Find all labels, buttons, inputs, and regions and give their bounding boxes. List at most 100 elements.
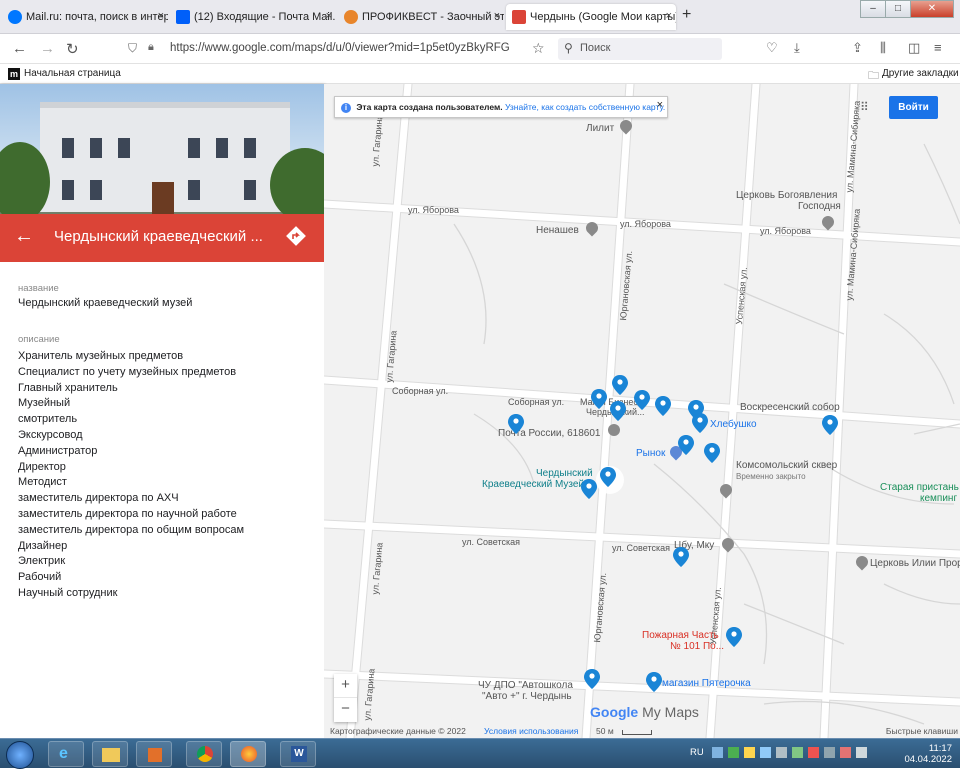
user-map-notice: i Эта карта создана пользователем. Узнай… bbox=[334, 96, 668, 118]
zoom-in-button[interactable]: + bbox=[334, 674, 357, 698]
forward-arrow-icon[interactable]: → bbox=[40, 40, 55, 57]
back-arrow-icon[interactable]: ← bbox=[14, 225, 34, 248]
place-label: магазин Пятерочка bbox=[662, 678, 751, 689]
name-label: название bbox=[18, 283, 59, 294]
map-marker[interactable] bbox=[583, 668, 601, 692]
zoom-out-button[interactable]: − bbox=[334, 698, 357, 722]
tab-proficquest[interactable]: ПРОФИКВЕСТ - Заочный этап × bbox=[338, 4, 504, 30]
place-label: Церковь Илии Пророка bbox=[870, 558, 960, 569]
list-item: Дизайнер bbox=[18, 539, 68, 552]
description-label: описание bbox=[18, 334, 60, 345]
learn-more-link[interactable]: Узнайте, как создать собственную карту. bbox=[505, 102, 665, 112]
street-label: ул. Советская bbox=[612, 543, 670, 553]
map-marker[interactable] bbox=[609, 400, 627, 424]
street-label: Соборная ул. bbox=[392, 386, 449, 396]
list-item: Директор bbox=[18, 460, 66, 473]
clock[interactable]: 11:17 04.04.2022 bbox=[904, 743, 952, 765]
bookmark-home[interactable]: Начальная страница bbox=[24, 68, 121, 79]
map-marker[interactable] bbox=[645, 671, 663, 695]
info-icon: i bbox=[341, 103, 351, 113]
keyboard-shortcuts-link[interactable]: Быстрые клавиши bbox=[886, 726, 958, 736]
map-marker[interactable] bbox=[821, 414, 839, 438]
sidebar-toggle-icon[interactable]: ◫ bbox=[908, 40, 920, 56]
chrome-icon[interactable] bbox=[186, 741, 222, 767]
language-indicator[interactable]: RU bbox=[690, 747, 704, 758]
tab-label: Чердынь (Google Мои карты) bbox=[530, 11, 676, 23]
directions-icon[interactable] bbox=[286, 226, 306, 246]
place-label: Воскресенский собор bbox=[740, 402, 840, 413]
map-marker[interactable] bbox=[725, 626, 743, 650]
place-label: ЧУ ДПО "Автошкола bbox=[478, 680, 573, 691]
new-tab-button[interactable]: + bbox=[682, 6, 691, 24]
place-label: Церковь Богоявления bbox=[736, 190, 838, 201]
search-input[interactable]: ⚲ Поиск bbox=[558, 38, 722, 60]
map-canvas[interactable]: ул. Яборова ул. Яборова ул. Яборова Собо… bbox=[324, 84, 960, 738]
map-marker[interactable] bbox=[580, 478, 598, 502]
reload-icon[interactable]: ↻ bbox=[66, 40, 79, 58]
media-player-icon[interactable] bbox=[136, 741, 172, 767]
url-bar[interactable]: ⛉ 🔒︎ https://www.google.com/maps/d/u/0/v… bbox=[120, 37, 550, 61]
download-icon[interactable]: ⤓ bbox=[794, 40, 800, 56]
start-button[interactable] bbox=[6, 741, 34, 769]
list-item: Электрик bbox=[18, 555, 66, 568]
place-label: Пожарная Часть bbox=[642, 630, 719, 641]
browser-tab-bar: Mail.ru: почта, поиск в интерн × (12) Вх… bbox=[0, 0, 960, 34]
map-marker[interactable] bbox=[507, 413, 525, 437]
tab-mailru[interactable]: Mail.ru: почта, поиск в интерн × bbox=[2, 4, 168, 30]
list-item: Рабочий bbox=[18, 571, 62, 584]
tab-close-icon[interactable]: × bbox=[666, 10, 672, 22]
bookmarks-bar: m Начальная страница 🗀︎ Другие закладки bbox=[0, 64, 960, 84]
firefox-icon[interactable] bbox=[230, 741, 266, 767]
back-arrow-icon[interactable]: ← bbox=[12, 40, 27, 57]
list-item: заместитель директора по АХЧ bbox=[18, 492, 179, 505]
map-marker[interactable] bbox=[677, 434, 695, 458]
maximize-icon[interactable]: □ bbox=[885, 0, 911, 18]
tab-mymaps[interactable]: Чердынь (Google Мои карты) × bbox=[506, 4, 676, 30]
tab-label: ПРОФИКВЕСТ - Заочный этап bbox=[362, 11, 504, 23]
menu-icon[interactable]: ≡ bbox=[934, 40, 942, 55]
map-marker[interactable] bbox=[672, 546, 690, 570]
place-label: Старая пристань bbox=[880, 482, 959, 493]
tab-inbox[interactable]: (12) Входящие - Почта Mail.ru × bbox=[170, 4, 336, 30]
map-marker[interactable] bbox=[590, 388, 608, 412]
tab-close-icon[interactable]: × bbox=[326, 10, 332, 22]
bookmark-home-icon: m bbox=[8, 68, 20, 80]
place-photo bbox=[0, 84, 324, 222]
apps-grid-icon[interactable]: ⠿ bbox=[860, 101, 873, 114]
window-controls: – □ ✕ bbox=[860, 0, 954, 18]
tab-close-icon[interactable]: × bbox=[158, 10, 164, 22]
list-item: заместитель директора по научной работе bbox=[18, 507, 237, 520]
terms-link[interactable]: Условия использования bbox=[484, 726, 578, 736]
notice-text: Эта карта создана пользователем. bbox=[356, 102, 503, 112]
word-icon[interactable]: W bbox=[280, 741, 316, 767]
place-label: Краеведческий Музей bbox=[482, 479, 585, 490]
pocket-icon[interactable]: ♡ bbox=[766, 40, 778, 56]
map-marker[interactable] bbox=[703, 442, 721, 466]
search-placeholder: Поиск bbox=[580, 42, 611, 54]
close-window-icon[interactable]: ✕ bbox=[910, 0, 954, 18]
map-marker[interactable] bbox=[691, 412, 709, 436]
bookmark-star-icon[interactable]: ☆ bbox=[532, 40, 545, 57]
selected-map-marker[interactable] bbox=[599, 466, 617, 490]
explorer-icon[interactable] bbox=[92, 741, 128, 767]
bookmark-other[interactable]: Другие закладки bbox=[882, 68, 959, 79]
place-label: Лилит bbox=[586, 123, 615, 134]
scale-bar-line bbox=[622, 730, 652, 735]
tab-label: (12) Входящие - Почта Mail.ru bbox=[194, 11, 336, 23]
list-item: заместитель директора по общим вопросам bbox=[18, 523, 245, 536]
library-icon[interactable]: ⫼ bbox=[880, 40, 886, 56]
place-label: Ненашев bbox=[536, 225, 579, 236]
map-marker[interactable] bbox=[633, 389, 651, 413]
mail-icon[interactable] bbox=[608, 424, 620, 436]
tab-close-icon[interactable]: × bbox=[494, 10, 500, 22]
sign-in-button[interactable]: Войти bbox=[889, 96, 938, 119]
map-pin-favicon-icon bbox=[512, 10, 526, 24]
close-icon[interactable]: × bbox=[657, 99, 663, 111]
map-marker[interactable] bbox=[654, 395, 672, 419]
search-icon: ⚲ bbox=[564, 41, 573, 55]
url-text[interactable]: https://www.google.com/maps/d/u/0/viewer… bbox=[170, 42, 510, 54]
ie-icon[interactable]: e bbox=[48, 741, 84, 767]
extensions-icon[interactable]: ⇪ bbox=[852, 40, 863, 56]
map-marker[interactable] bbox=[611, 374, 629, 398]
minimize-icon[interactable]: – bbox=[860, 0, 886, 18]
